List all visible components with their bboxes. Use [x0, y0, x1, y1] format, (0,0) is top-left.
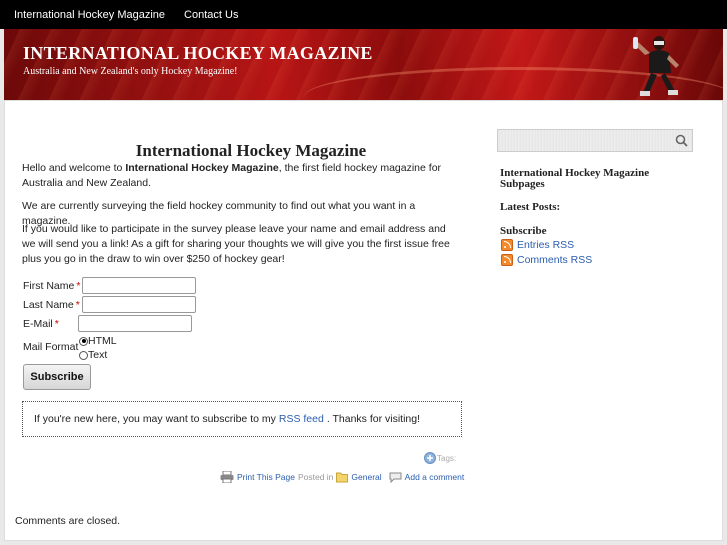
comment-icon	[389, 472, 402, 483]
first-name-row: First Name *	[23, 277, 197, 294]
notice-text-start: If you're new here, you may want to subs…	[34, 413, 276, 425]
folder-icon	[336, 472, 349, 483]
format-option-html[interactable]: HTML	[79, 334, 117, 348]
posted-in-label: Posted in	[297, 472, 334, 482]
radio-text[interactable]	[79, 350, 88, 360]
comments-closed-text: Comments are closed.	[15, 515, 121, 527]
sidebar-heading-latest-posts: Latest Posts:	[500, 201, 561, 213]
rss-notice-box: If you're new here, you may want to subs…	[22, 401, 462, 437]
post-title[interactable]: International Hockey Magazine	[25, 141, 477, 161]
required-mark: *	[54, 317, 59, 330]
tag-icon	[424, 452, 436, 464]
required-mark: *	[75, 298, 80, 311]
add-comment-link[interactable]: Add a comment	[405, 472, 465, 482]
nav-link-home[interactable]: International Hockey Magazine	[14, 9, 165, 21]
format-text-label: Text	[88, 349, 108, 361]
intro-text-start: Hello and welcome to	[22, 162, 126, 174]
email-label: E-Mail	[23, 317, 53, 330]
entries-rss-link[interactable]: Entries RSS	[517, 239, 574, 251]
email-row: E-Mail *	[23, 315, 192, 332]
printer-icon[interactable]	[220, 471, 234, 483]
site-header: INTERNATIONAL HOCKEY MAGAZINE Australia …	[4, 29, 723, 100]
required-mark: *	[76, 279, 81, 292]
sidebar-item-entries-rss[interactable]: Entries RSS	[501, 239, 574, 251]
category-link[interactable]: General	[351, 472, 381, 482]
sidebar-heading-subscribe: Subscribe	[500, 225, 547, 237]
last-name-label: Last Name	[23, 298, 74, 311]
last-name-row: Last Name *	[23, 296, 196, 313]
last-name-input[interactable]	[81, 296, 196, 313]
mail-format-label: Mail Format	[23, 341, 79, 353]
site-tagline: Australia and New Zealand's only Hockey …	[23, 66, 238, 77]
post-participate-paragraph: If you would like to participate in the …	[22, 223, 450, 265]
sidebar-heading-subpages: International Hockey Magazine Subpages	[500, 167, 650, 190]
search-input[interactable]	[497, 129, 693, 152]
mail-format-options: HTML Text	[79, 334, 117, 362]
first-name-label: First Name	[23, 279, 75, 292]
format-option-text[interactable]: Text	[79, 348, 117, 362]
radio-html[interactable]	[79, 336, 88, 346]
main-content-area: International Hockey Magazine Hello and …	[4, 100, 723, 541]
tags-label: Tags:	[437, 453, 457, 463]
post-tags: Tags:	[424, 452, 456, 464]
print-page-link[interactable]: Print This Page	[237, 472, 295, 482]
email-input[interactable]	[77, 315, 192, 332]
sidebar-item-comments-rss[interactable]: Comments RSS	[501, 254, 592, 266]
intro-bold-name: International Hockey Magazine	[125, 162, 279, 174]
post-meta: Print This Page Posted in General Add a …	[220, 471, 464, 483]
search-icon[interactable]	[675, 134, 688, 147]
first-name-input[interactable]	[82, 277, 197, 294]
rss-icon	[501, 254, 513, 266]
top-navigation: International Hockey Magazine Contact Us	[0, 0, 727, 29]
comments-rss-link[interactable]: Comments RSS	[517, 254, 592, 266]
nav-link-contact[interactable]: Contact Us	[184, 9, 238, 21]
rss-feed-link[interactable]: RSS feed	[279, 413, 324, 425]
site-title[interactable]: INTERNATIONAL HOCKEY MAGAZINE	[23, 43, 373, 64]
hockey-player-image	[633, 36, 679, 96]
mail-format-row: Mail Format	[23, 341, 78, 353]
post-intro-paragraph: Hello and welcome to International Hocke…	[22, 161, 452, 191]
rss-icon	[501, 239, 513, 251]
subscribe-button[interactable]: Subscribe	[23, 364, 91, 390]
notice-text-end: . Thanks for visiting!	[326, 413, 421, 425]
format-html-label: HTML	[88, 335, 117, 347]
